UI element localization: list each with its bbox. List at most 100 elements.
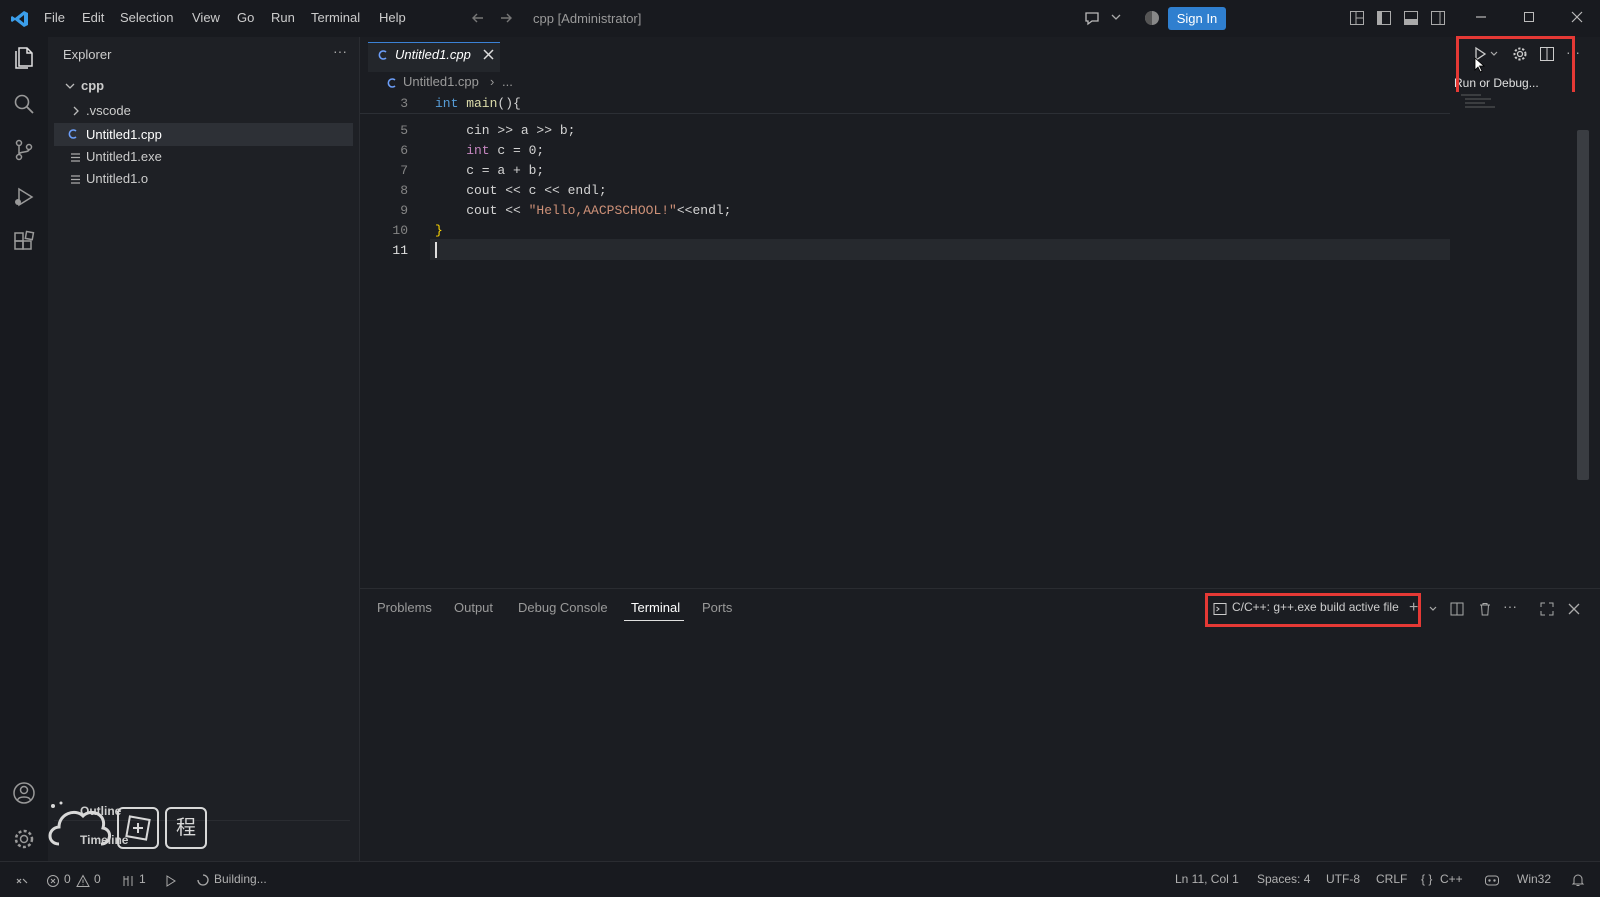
line-number: 5 [400,123,408,138]
more-actions-icon[interactable]: ··· [1503,598,1517,614]
toggle-primary-sidebar-icon[interactable] [1376,10,1392,26]
account-icon[interactable] [12,781,36,805]
file-lines-icon [70,174,81,185]
code-text: (){ [497,96,521,111]
extensions-icon[interactable] [12,230,36,254]
explorer-more-actions-button[interactable]: ··· [333,43,347,59]
maximize-icon[interactable] [1522,10,1536,24]
tab-label: Untitled1.cpp [395,47,471,62]
line-number: 6 [400,143,408,158]
warning-icon[interactable] [76,874,90,888]
platform-status[interactable]: Win32 [1517,872,1551,886]
minimize-icon[interactable] [1474,10,1488,24]
back-arrow-icon[interactable] [470,10,486,26]
code-editor[interactable] [360,92,1600,588]
file-lines-icon [70,152,81,163]
line-number: 7 [400,163,408,178]
error-count[interactable]: 0 [64,872,71,886]
customize-layout-icon[interactable] [1349,10,1365,26]
line-number: 10 [392,223,408,238]
run-debug-status-icon[interactable] [163,874,177,888]
menu-selection[interactable]: Selection [120,10,173,25]
chevron-right-icon: › [490,74,495,89]
file-untitled1-cpp[interactable]: Untitled1.cpp [86,124,162,146]
menu-go[interactable]: Go [237,10,254,25]
new-terminal-icon[interactable]: + [1409,600,1418,616]
maximize-panel-icon[interactable] [1540,602,1554,616]
eol-status[interactable]: CRLF [1376,872,1407,886]
search-icon[interactable] [12,92,36,116]
keyboard-key-char: 程 [165,807,207,849]
line-number: 11 [392,243,408,258]
manage-gear-icon[interactable] [12,827,36,851]
cpp-file-icon [67,128,79,140]
folder-cpp[interactable]: cpp [81,75,104,97]
text-cursor [435,242,437,258]
cpp-file-icon [386,77,398,89]
bell-icon[interactable] [1571,873,1585,887]
tab-debug-console[interactable]: Debug Console [518,600,608,615]
close-panel-icon[interactable] [1567,602,1581,616]
explorer-title: Explorer [63,47,112,62]
building-status: Building... [214,872,267,886]
remote-icon[interactable] [15,874,29,888]
keyboard-key-icon [117,807,159,849]
toggle-panel-icon[interactable] [1403,10,1419,26]
tab-terminal[interactable]: Terminal [631,600,680,615]
window-title[interactable]: cpp [Administrator] [533,9,813,29]
close-window-icon[interactable] [1570,10,1584,24]
tab-problems[interactable]: Problems [377,600,432,615]
ports-count[interactable]: 1 [139,872,146,886]
file-untitled1-o[interactable]: Untitled1.o [86,168,148,190]
menu-edit[interactable]: Edit [82,10,104,25]
toggle-secondary-sidebar-icon[interactable] [1430,10,1446,26]
sign-in-button[interactable]: Sign In [1168,7,1226,30]
code-text: <<endl; [676,203,732,218]
accounts-globe-icon[interactable] [1144,10,1160,26]
menu-view[interactable]: View [192,10,220,25]
task-highlight [1205,593,1421,627]
keyword: int [435,143,490,158]
code-line: cin >> a >> b; [435,123,576,138]
source-control-icon[interactable] [12,138,36,162]
copilot-chat-icon[interactable] [1083,9,1101,27]
error-icon[interactable] [46,874,60,888]
run-and-debug-icon[interactable] [12,185,36,209]
code-line: c = a + b; [435,163,545,178]
menu-run[interactable]: Run [271,10,295,25]
cpp-file-icon [377,49,389,61]
close-tab-icon[interactable] [482,48,495,61]
menu-terminal[interactable]: Terminal [311,10,360,25]
encoding-status[interactable]: UTF-8 [1326,872,1360,886]
breadcrumb-file[interactable]: Untitled1.cpp [403,74,479,89]
closing-brace: } [435,223,443,238]
ports-icon[interactable] [121,874,135,888]
line-number: 9 [400,203,408,218]
trash-icon[interactable] [1478,602,1492,616]
warning-count[interactable]: 0 [94,872,101,886]
language-status[interactable]: C++ [1440,872,1463,886]
line-number: 8 [400,183,408,198]
code-line: int c = 0; [435,143,544,158]
braces-icon[interactable]: { } [1421,872,1432,886]
editor-scrollbar[interactable] [1577,130,1589,480]
code-line: cout << c << endl; [435,183,607,198]
menu-file[interactable]: File [44,10,65,25]
explorer-files-icon[interactable] [12,45,36,69]
minimap[interactable] [1461,92,1501,112]
chevron-down-icon[interactable] [1110,11,1122,23]
split-terminal-icon[interactable] [1450,602,1464,616]
vscode-logo-icon [10,9,30,29]
tab-ports[interactable]: Ports [702,600,732,615]
file-untitled1-exe[interactable]: Untitled1.exe [86,146,162,168]
forward-arrow-icon[interactable] [498,10,514,26]
tab-output[interactable]: Output [454,600,493,615]
menu-help[interactable]: Help [379,10,406,25]
breadcrumb-symbol[interactable]: ... [502,74,513,89]
copilot-icon[interactable] [1484,873,1500,887]
chevron-down-icon[interactable] [1428,604,1438,614]
folder-vscode[interactable]: .vscode [86,100,131,122]
cursor-position[interactable]: Ln 11, Col 1 [1175,872,1239,886]
indentation-status[interactable]: Spaces: 4 [1257,872,1310,886]
loading-spinner-icon [197,874,209,886]
